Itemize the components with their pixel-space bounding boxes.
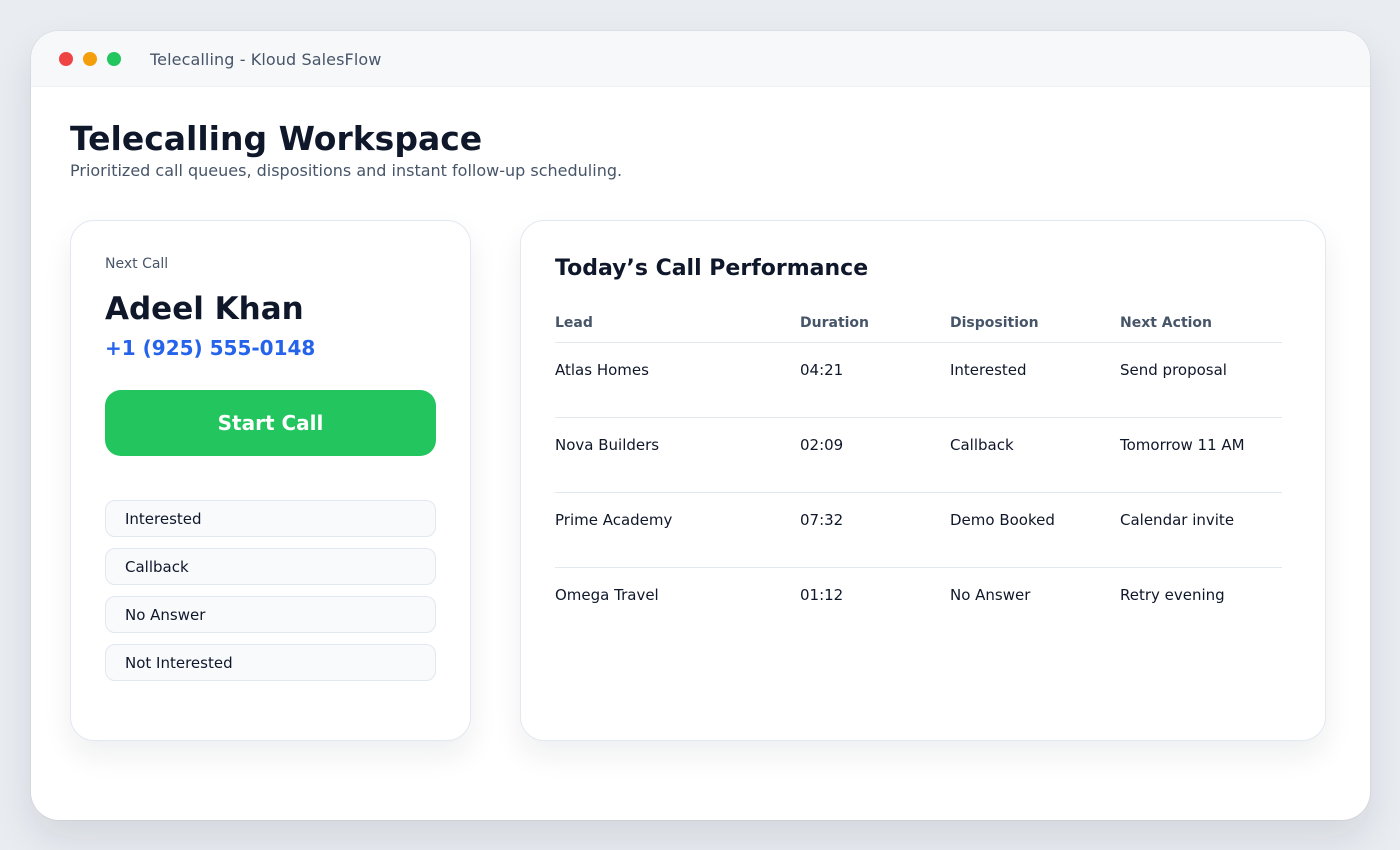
window-title: Telecalling - Kloud SalesFlow bbox=[150, 50, 382, 69]
next-action-cell: Send proposal bbox=[1120, 361, 1227, 379]
lead-cell: Prime Academy bbox=[555, 511, 673, 529]
column-header-lead: Lead bbox=[555, 315, 593, 331]
app-window: Telecalling - Kloud SalesFlow Telecallin… bbox=[31, 31, 1370, 820]
disposition-callback-button[interactable]: Callback bbox=[105, 548, 436, 585]
table-row[interactable]: Atlas Homes 04:21 Interested Send propos… bbox=[555, 343, 1282, 418]
disposition-cell: Demo Booked bbox=[950, 511, 1055, 529]
disposition-no-answer-button[interactable]: No Answer bbox=[105, 596, 436, 633]
duration-cell: 07:32 bbox=[800, 511, 844, 529]
minimize-window-button[interactable] bbox=[83, 52, 97, 66]
disposition-cell: Callback bbox=[950, 436, 1014, 454]
next-action-cell: Tomorrow 11 AM bbox=[1120, 436, 1245, 454]
lead-cell: Nova Builders bbox=[555, 436, 660, 454]
disposition-cell: Interested bbox=[950, 361, 1027, 379]
disposition-list: Interested Callback No Answer Not Intere… bbox=[105, 500, 436, 692]
lead-cell: Omega Travel bbox=[555, 586, 659, 604]
title-bar: Telecalling - Kloud SalesFlow bbox=[31, 31, 1370, 87]
column-header-disposition: Disposition bbox=[950, 315, 1039, 331]
next-action-cell: Retry evening bbox=[1120, 586, 1225, 604]
performance-table: Lead Duration Disposition Next Action At… bbox=[555, 313, 1282, 643]
disposition-cell: No Answer bbox=[950, 586, 1031, 604]
disposition-not-interested-button[interactable]: Not Interested bbox=[105, 644, 436, 681]
column-header-next-action: Next Action bbox=[1120, 315, 1213, 331]
column-header-duration: Duration bbox=[800, 315, 870, 331]
performance-title: Today’s Call Performance bbox=[555, 256, 869, 281]
next-call-label: Next Call bbox=[105, 256, 169, 272]
lead-cell: Atlas Homes bbox=[555, 361, 649, 379]
page-subtitle: Prioritized call queues, dispositions an… bbox=[70, 161, 623, 180]
close-window-button[interactable] bbox=[59, 52, 73, 66]
call-performance-card: Today’s Call Performance Lead Duration D… bbox=[520, 220, 1326, 741]
lead-name: Adeel Khan bbox=[105, 291, 304, 327]
table-row[interactable]: Omega Travel 01:12 No Answer Retry eveni… bbox=[555, 568, 1282, 643]
next-call-card: Next Call Adeel Khan +1 (925) 555-0148 S… bbox=[70, 220, 471, 741]
disposition-interested-button[interactable]: Interested bbox=[105, 500, 436, 537]
page-title: Telecalling Workspace bbox=[70, 119, 483, 158]
start-call-button[interactable]: Start Call bbox=[105, 390, 436, 456]
table-row[interactable]: Prime Academy 07:32 Demo Booked Calendar… bbox=[555, 493, 1282, 568]
table-row[interactable]: Nova Builders 02:09 Callback Tomorrow 11… bbox=[555, 418, 1282, 493]
table-header: Lead Duration Disposition Next Action bbox=[555, 313, 1282, 343]
duration-cell: 01:12 bbox=[800, 586, 844, 604]
maximize-window-button[interactable] bbox=[107, 52, 121, 66]
next-action-cell: Calendar invite bbox=[1120, 511, 1235, 529]
duration-cell: 04:21 bbox=[800, 361, 844, 379]
duration-cell: 02:09 bbox=[800, 436, 844, 454]
lead-phone[interactable]: +1 (925) 555-0148 bbox=[105, 336, 315, 360]
